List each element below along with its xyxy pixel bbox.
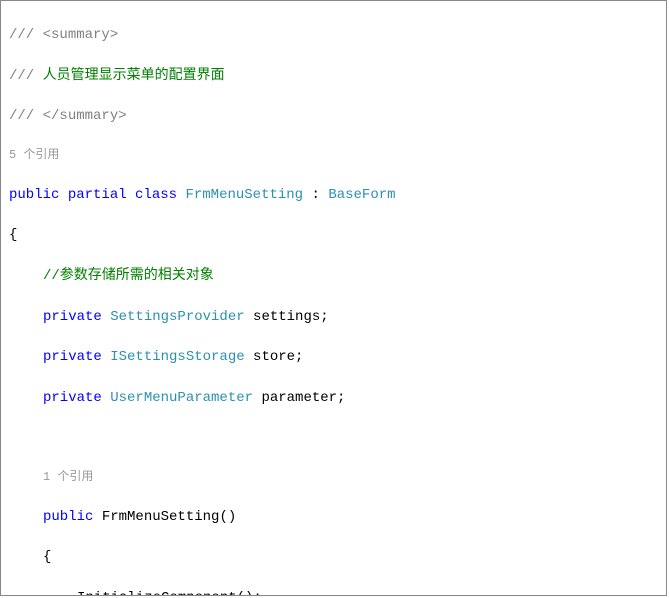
- code-line: private ISettingsStorage store;: [9, 347, 666, 367]
- code-editor[interactable]: /// <summary> /// 人员管理显示菜单的配置界面 /// </su…: [0, 0, 667, 596]
- code-line: {: [9, 547, 666, 567]
- codelens-references[interactable]: 5 个引用: [9, 147, 666, 164]
- code-line: public FrmMenuSetting(): [9, 507, 666, 527]
- code-line: /// <summary>: [9, 25, 666, 45]
- code-line: private UserMenuParameter parameter;: [9, 388, 666, 408]
- code-line: {: [9, 225, 666, 245]
- code-line: InitializeComponent();: [9, 588, 666, 596]
- blank-line: [9, 428, 666, 448]
- code-line: public partial class FrmMenuSetting : Ba…: [9, 185, 666, 205]
- codelens-references[interactable]: 1 个引用: [9, 469, 666, 486]
- code-line: /// </summary>: [9, 106, 666, 126]
- code-line: /// 人员管理显示菜单的配置界面: [9, 66, 666, 86]
- code-line: private SettingsProvider settings;: [9, 307, 666, 327]
- code-comment: //参数存储所需的相关对象: [9, 266, 666, 286]
